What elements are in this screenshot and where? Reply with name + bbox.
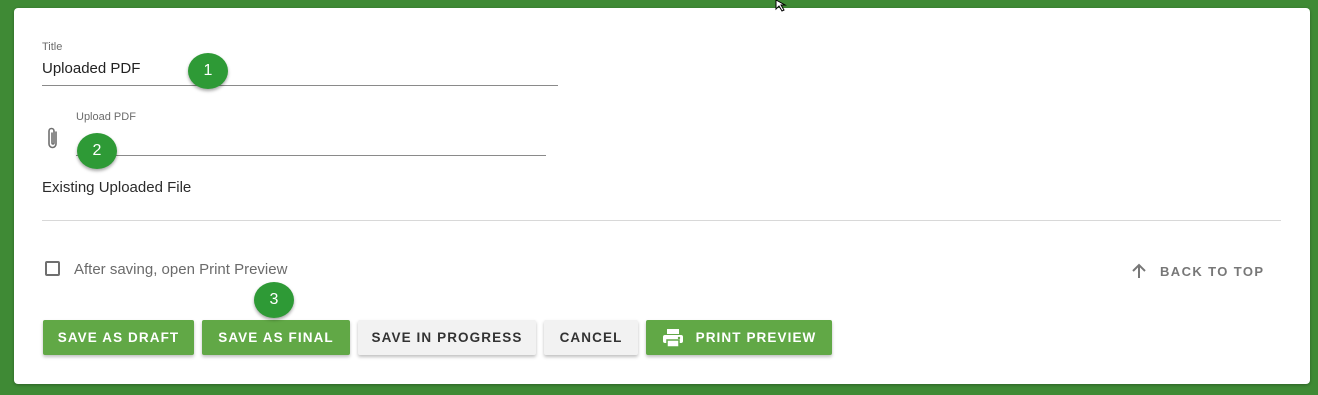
printer-icon [662, 328, 684, 348]
print-preview-button[interactable]: PRINT PREVIEW [646, 320, 832, 355]
title-field-underline [42, 85, 558, 86]
back-to-top-link[interactable]: BACK TO TOP [1130, 261, 1264, 281]
step-marker-1: 1 [188, 53, 228, 89]
print-preview-label: PRINT PREVIEW [695, 330, 817, 345]
save-as-draft-label: SAVE AS DRAFT [57, 330, 180, 345]
step-marker-3: 3 [254, 282, 294, 318]
upload-pdf-field[interactable]: Upload PDF [76, 110, 546, 156]
cancel-button[interactable]: CANCEL [544, 320, 638, 355]
paperclip-icon[interactable] [46, 126, 60, 152]
upload-pdf-underline [76, 155, 546, 156]
cancel-label: CANCEL [559, 330, 623, 345]
save-in-progress-button[interactable]: SAVE IN PROGRESS [358, 320, 536, 355]
existing-uploaded-file-label: Existing Uploaded File [42, 179, 192, 196]
print-preview-checkbox[interactable] [45, 261, 60, 276]
form-card: Title Uploaded PDF Upload PDF Existing U… [14, 8, 1310, 384]
print-preview-checkbox-label[interactable]: After saving, open Print Preview [74, 261, 287, 278]
upload-pdf-label: Upload PDF [76, 111, 136, 123]
title-field[interactable]: Title Uploaded PDF [42, 40, 558, 86]
title-field-value[interactable]: Uploaded PDF [42, 60, 140, 77]
step-marker-2: 2 [77, 133, 117, 169]
title-field-label: Title [42, 41, 63, 53]
save-as-final-label: SAVE AS FINAL [218, 330, 334, 345]
save-as-final-button[interactable]: SAVE AS FINAL [202, 320, 350, 355]
mouse-cursor-icon [775, 0, 787, 12]
arrow-up-icon [1132, 263, 1146, 278]
divider [42, 220, 1281, 221]
save-in-progress-label: SAVE IN PROGRESS [371, 330, 523, 345]
back-to-top-label: BACK TO TOP [1160, 263, 1265, 279]
save-as-draft-button[interactable]: SAVE AS DRAFT [43, 320, 194, 355]
